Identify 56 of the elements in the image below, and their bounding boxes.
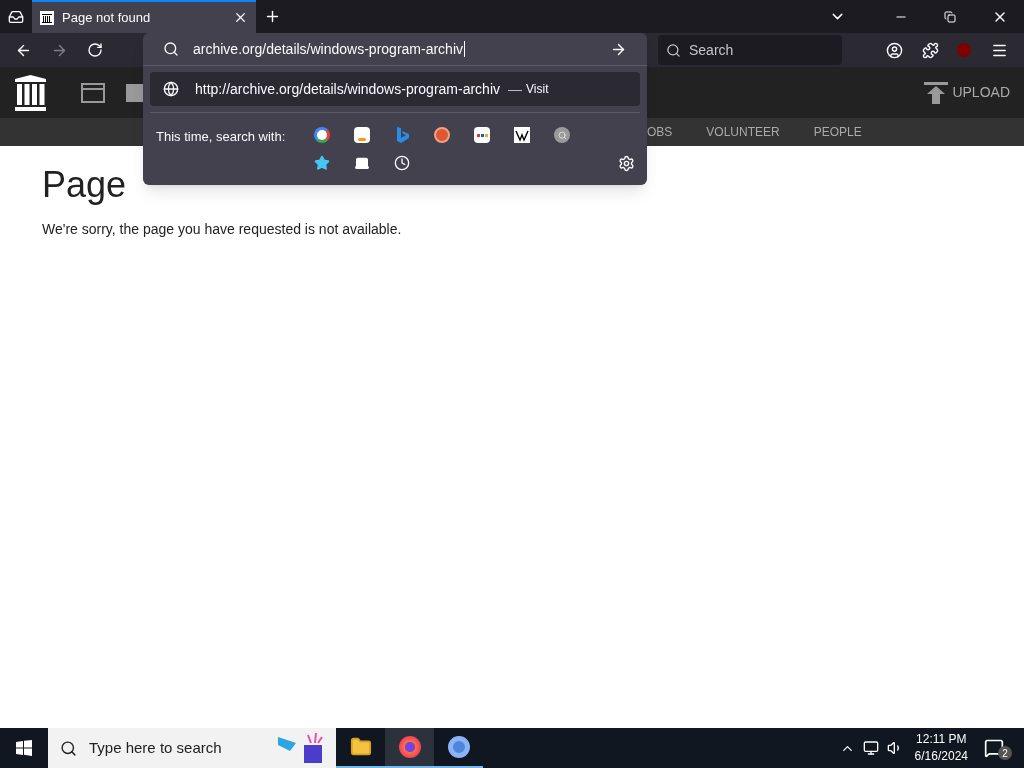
tab-icon[interactable]: [354, 155, 370, 171]
separator-text: —: [508, 79, 522, 99]
account-icon[interactable]: [886, 41, 903, 59]
search-engine-icon[interactable]: [554, 127, 570, 143]
visit-label: Visit: [526, 81, 549, 98]
upload-icon[interactable]: [924, 81, 949, 104]
wikipedia-icon[interactable]: [514, 127, 530, 143]
browser-tab[interactable]: Page not found: [32, 0, 256, 33]
star-icon[interactable]: [314, 155, 330, 171]
search-icon: [60, 739, 77, 757]
notification-count: 2: [998, 746, 1012, 760]
puzzle-icon[interactable]: [922, 41, 939, 59]
chromium-icon: [447, 736, 470, 758]
tab-title: Page not found: [62, 8, 152, 27]
nav-link[interactable]: OBS: [647, 123, 673, 141]
ebay-icon[interactable]: [474, 127, 490, 143]
settings-icon[interactable]: [618, 154, 635, 172]
date-text: 6/16/2024: [914, 748, 968, 765]
page-heading: Page: [42, 166, 128, 204]
nav-link[interactable]: VOLUNTEER: [706, 123, 780, 141]
amazon-icon[interactable]: [354, 127, 370, 143]
search-icon: [163, 41, 179, 57]
temple-logo-icon[interactable]: [14, 74, 47, 111]
suggestion-row[interactable]: http://archive.org/details/windows-program-archiv — Visit: [150, 72, 640, 106]
error-message: We're sorry, the page you have requested is not available.: [42, 220, 403, 239]
close-icon[interactable]: [233, 10, 248, 25]
clock[interactable]: 12:11 PM 6/16/2024: [914, 731, 968, 765]
reload-icon[interactable]: [87, 42, 103, 58]
new-tab-icon[interactable]: [264, 8, 281, 25]
temple-icon: [40, 10, 54, 25]
upload-link[interactable]: UPLOAD: [952, 82, 1010, 103]
history-icon[interactable]: [394, 155, 410, 171]
address-field[interactable]: archive.org/details/windows-program-archiv: [143, 33, 647, 66]
notifications-icon[interactable]: [984, 738, 1004, 758]
window-icon[interactable]: [81, 82, 105, 103]
network-icon[interactable]: [862, 740, 879, 756]
search-placeholder: Type here to search: [89, 737, 223, 758]
folder-icon: [349, 736, 372, 758]
firefox-icon: [398, 736, 421, 758]
globe-icon: [163, 81, 179, 97]
search-icon: [666, 42, 681, 58]
bing-icon[interactable]: [395, 127, 409, 143]
windows-logo-icon[interactable]: [16, 740, 32, 756]
address-text: archive.org/details/windows-program-archiv: [193, 39, 466, 59]
taskbar-app[interactable]: [385, 728, 434, 768]
nav-link[interactable]: PEOPLE: [813, 123, 862, 141]
search-with-label: This time, search with:: [156, 128, 287, 146]
restore-icon[interactable]: [944, 10, 956, 23]
search-field[interactable]: Search: [658, 35, 842, 65]
time-text: 12:11 PM: [916, 731, 967, 748]
search-placeholder: Search: [689, 40, 734, 60]
suggestion-url: http://archive.org/details/windows-program-archiv: [195, 79, 500, 99]
google-icon[interactable]: [314, 127, 330, 143]
tab-list-icon[interactable]: [8, 8, 24, 25]
gift-drawing: [278, 733, 324, 763]
taskbar-search-field[interactable]: Type here to search: [48, 728, 336, 768]
